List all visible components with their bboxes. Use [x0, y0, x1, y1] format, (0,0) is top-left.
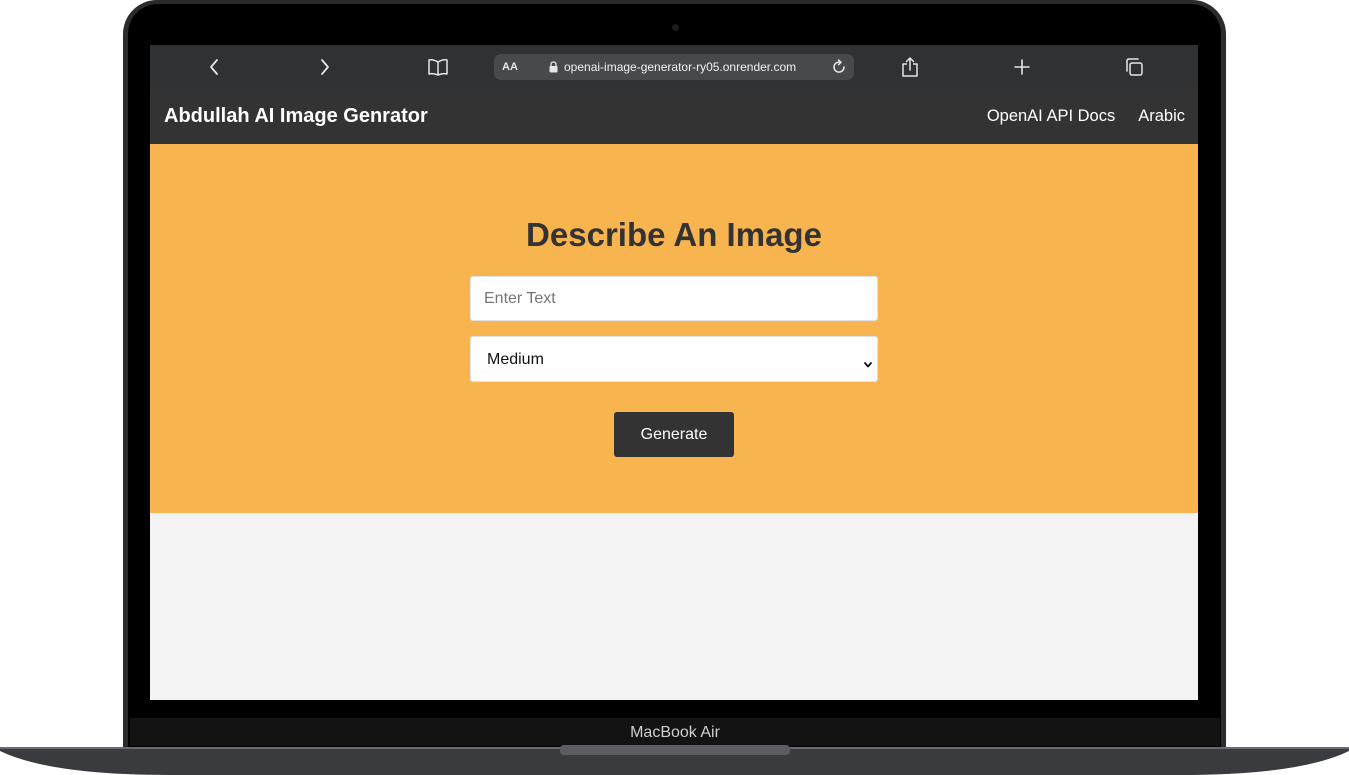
prompt-input[interactable]: [470, 276, 878, 321]
generate-button[interactable]: Generate: [614, 412, 734, 457]
nav-link-arabic[interactable]: Arabic: [1138, 107, 1185, 126]
browser-toolbar: AA openai-image-generator-ry05.onrender.…: [150, 45, 1198, 89]
nav-link-openai-api-docs[interactable]: OpenAI API Docs: [987, 107, 1115, 126]
tabs-icon[interactable]: [1122, 55, 1146, 79]
lock-icon: [549, 60, 558, 78]
site-navbar: Abdullah AI Image Genrator OpenAI API Do…: [150, 89, 1198, 144]
chevron-down-icon: [863, 356, 873, 374]
nav-links: OpenAI API Docs Arabic: [987, 89, 1185, 144]
screen: AA openai-image-generator-ry05.onrender.…: [150, 45, 1198, 700]
site-brand[interactable]: Abdullah AI Image Genrator: [164, 89, 428, 144]
address-bar[interactable]: AA openai-image-generator-ry05.onrender.…: [494, 54, 854, 80]
camera-dot: [672, 24, 679, 31]
page-title: Describe An Image: [526, 216, 822, 253]
back-icon[interactable]: [202, 55, 226, 79]
bookmarks-icon[interactable]: [426, 55, 450, 79]
laptop-base: [0, 745, 1349, 775]
text-size-button[interactable]: AA: [502, 54, 518, 80]
hero-section: Describe An Image Medium Generate: [150, 144, 1198, 513]
size-select[interactable]: Medium: [470, 336, 878, 382]
size-select-value: Medium: [487, 351, 544, 368]
reload-icon[interactable]: [830, 58, 848, 81]
url-text[interactable]: openai-image-generator-ry05.onrender.com: [564, 54, 796, 80]
new-tab-icon[interactable]: [1010, 55, 1034, 79]
laptop-model-label: MacBook Air: [630, 724, 720, 741]
forward-icon[interactable]: [313, 55, 337, 79]
share-icon[interactable]: [898, 55, 922, 79]
